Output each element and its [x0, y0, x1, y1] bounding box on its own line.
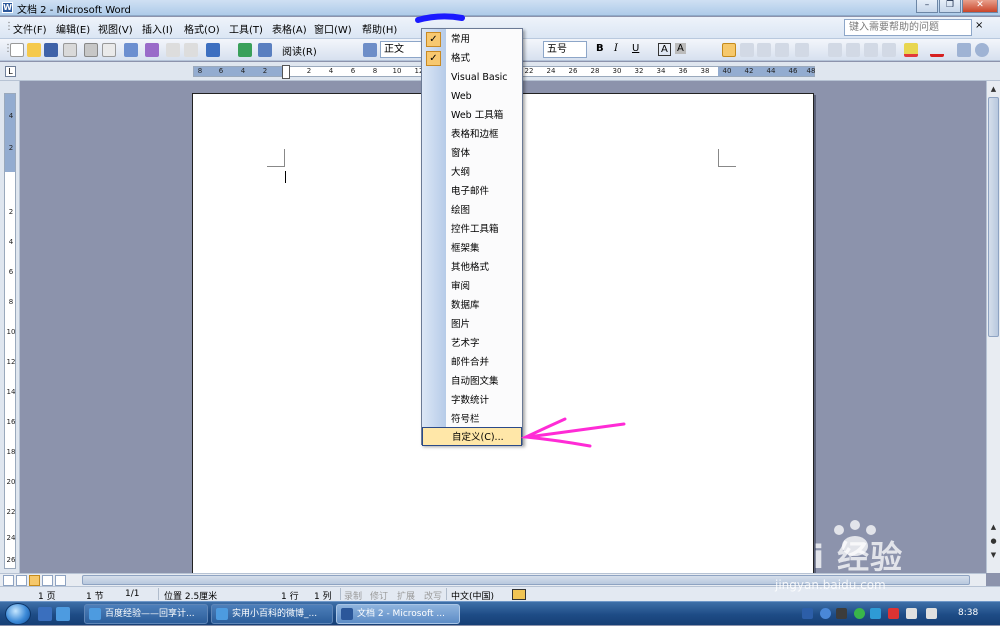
annotation-overlay [415, 13, 626, 448]
blue-underline-annotation [415, 13, 465, 23]
